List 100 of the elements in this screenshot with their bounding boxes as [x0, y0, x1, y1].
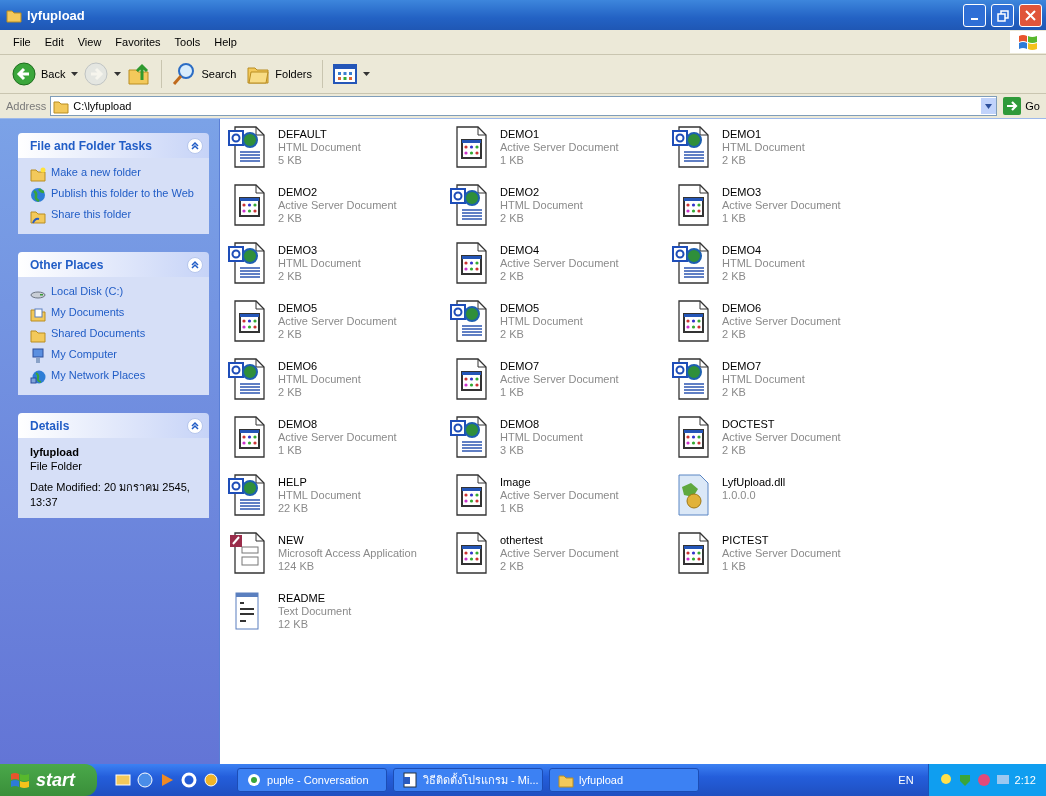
- windows-flag-icon: [10, 771, 30, 789]
- file-type: HTML Document: [722, 373, 805, 386]
- file-size: 2 KB: [278, 212, 303, 225]
- file-size: 2 KB: [722, 270, 747, 283]
- panel-link[interactable]: My Documents: [51, 306, 125, 319]
- html-document-icon: [672, 125, 712, 169]
- file-name[interactable]: DEMO2: [500, 186, 583, 199]
- file-type: Active Server Document: [722, 315, 841, 328]
- taskbar-button[interactable]: วิธีติดตั้งโปรแกรม - Mi...: [393, 768, 543, 792]
- panel-link[interactable]: Shared Documents: [51, 327, 146, 340]
- file-name[interactable]: othertest: [500, 534, 619, 547]
- file-size: 2 KB: [500, 270, 525, 283]
- taskbar-button[interactable]: puple - Conversation: [237, 768, 387, 792]
- file-name[interactable]: DEMO8: [278, 418, 397, 431]
- dropdown-caret-icon: [114, 72, 122, 76]
- panel-header[interactable]: Details: [18, 413, 209, 438]
- file-name[interactable]: README: [278, 592, 352, 605]
- file-size: 2 KB: [722, 328, 747, 341]
- panel-header[interactable]: Other Places: [18, 252, 209, 277]
- media-player-icon[interactable]: [159, 772, 175, 788]
- menu-item[interactable]: Tools: [167, 34, 208, 50]
- menu-item[interactable]: Edit: [37, 34, 71, 50]
- panel-link[interactable]: My Computer: [51, 348, 118, 361]
- file-type: Active Server Document: [500, 373, 619, 386]
- html-document-icon: [228, 473, 268, 517]
- file-type: HTML Document: [722, 257, 805, 270]
- file-type: HTML Document: [278, 141, 361, 154]
- documents-folder-icon: [30, 306, 46, 322]
- restore-icon: [996, 8, 1009, 22]
- file-size: 1 KB: [722, 212, 747, 225]
- html-document-icon: [228, 357, 268, 401]
- panel-link[interactable]: Share this folder: [51, 208, 132, 221]
- back-button[interactable]: Back: [8, 59, 70, 89]
- panel-header[interactable]: File and Folder Tasks: [18, 133, 209, 158]
- folders-button[interactable]: Folders: [242, 59, 316, 89]
- file-type: HTML Document: [722, 141, 805, 154]
- search-icon: [172, 62, 197, 86]
- shared-folder-icon: [30, 208, 46, 224]
- up-folder-icon: [127, 62, 152, 86]
- panel-link[interactable]: Local Disk (C:): [51, 285, 124, 298]
- file-name[interactable]: DEMO1: [722, 128, 805, 141]
- file-type: HTML Document: [500, 431, 583, 444]
- file-type: Active Server Document: [722, 547, 841, 560]
- file-name[interactable]: NEW: [278, 534, 417, 547]
- file-type: Text Document: [278, 605, 352, 618]
- start-button[interactable]: start: [0, 764, 97, 796]
- file-size: 5 KB: [278, 154, 303, 167]
- panel-link[interactable]: Make a new folder: [51, 166, 141, 179]
- menu-item[interactable]: View: [70, 34, 109, 50]
- restore-button[interactable]: [991, 3, 1014, 27]
- file-name[interactable]: DEMO1: [500, 128, 619, 141]
- file-type: Active Server Document: [278, 199, 397, 212]
- taskbar-button[interactable]: lyfupload: [549, 768, 699, 792]
- file-name[interactable]: DEMO4: [500, 244, 619, 257]
- address-field[interactable]: C:\lyfupload: [50, 96, 998, 116]
- database-document-icon: [228, 531, 268, 575]
- menu-item[interactable]: Favorites: [108, 34, 168, 50]
- file-size: 1 KB: [722, 560, 747, 573]
- file-size: 1 KB: [500, 502, 525, 515]
- file-name[interactable]: Image: [500, 476, 619, 489]
- folder-icon: [30, 327, 46, 343]
- file-size: 2 KB: [278, 386, 303, 399]
- file-name[interactable]: DEMO2: [278, 186, 397, 199]
- menu-item[interactable]: Help: [207, 34, 244, 50]
- file-name[interactable]: DEMO7: [722, 360, 805, 373]
- file-name[interactable]: DEMO6: [278, 360, 361, 373]
- panel-link[interactable]: My Network Places: [51, 369, 146, 382]
- file-name[interactable]: DEMO5: [500, 302, 583, 315]
- collapse-chevron-icon: [187, 256, 203, 273]
- file-name[interactable]: DEMO7: [500, 360, 619, 373]
- file-name[interactable]: DEMO5: [278, 302, 397, 315]
- go-button[interactable]: Go: [1001, 97, 1042, 115]
- file-name[interactable]: DEMO4: [722, 244, 805, 257]
- file-name[interactable]: DEMO3: [278, 244, 361, 257]
- file-size: 1 KB: [500, 154, 525, 167]
- file-type: Active Server Document: [722, 431, 841, 444]
- close-button[interactable]: [1019, 3, 1042, 27]
- file-name[interactable]: HELP: [278, 476, 361, 489]
- file-type: HTML Document: [278, 257, 361, 270]
- file-size: 2 KB: [278, 328, 303, 341]
- file-size: 3 KB: [500, 444, 525, 457]
- dropdown-button[interactable]: [981, 98, 997, 114]
- search-button[interactable]: Search: [168, 59, 241, 89]
- file-size: 2 KB: [722, 386, 747, 399]
- file-type: Microsoft Access Application: [278, 547, 417, 560]
- file-name[interactable]: LyfUpload.dll: [722, 476, 786, 489]
- html-document-icon: [672, 357, 712, 401]
- panel-link[interactable]: Publish this folder to the Web: [51, 187, 194, 200]
- minimize-button[interactable]: [963, 3, 986, 27]
- file-type: Active Server Document: [722, 199, 841, 212]
- date-modified: Date Modified: 20 มกราคม 2545, 13:37: [30, 480, 191, 508]
- menu-item[interactable]: File: [6, 34, 38, 50]
- file-name[interactable]: DEFAULT: [278, 128, 361, 141]
- file-name[interactable]: DEMO6: [722, 302, 841, 315]
- file-name[interactable]: DEMO8: [500, 418, 583, 431]
- file-type: HTML Document: [278, 373, 361, 386]
- file-name[interactable]: DOCTEST: [722, 418, 841, 431]
- language-indicator[interactable]: EN: [898, 774, 914, 786]
- file-name[interactable]: DEMO3: [722, 186, 841, 199]
- file-name[interactable]: PICTEST: [722, 534, 841, 547]
